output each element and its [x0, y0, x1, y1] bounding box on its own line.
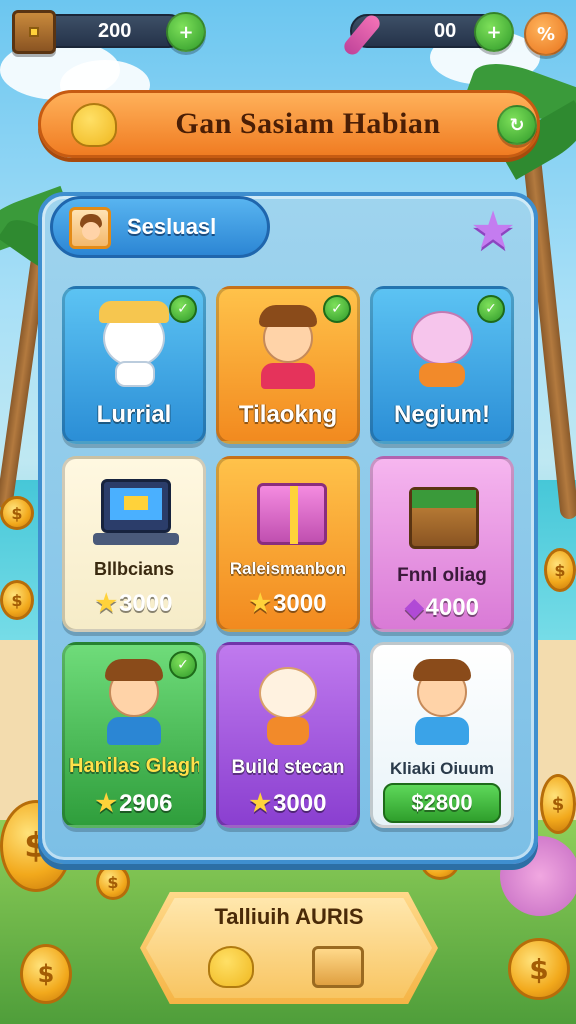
boy-character-icon — [243, 301, 333, 391]
currency-value: 200 — [98, 19, 132, 42]
coin-decoration: $ — [0, 496, 34, 530]
settings-button[interactable]: % — [524, 12, 568, 56]
card-label: Negium! — [394, 401, 490, 428]
coin-decoration: $ — [96, 864, 130, 900]
percent-icon: % — [536, 23, 556, 45]
card-item[interactable]: Fnnl oliag ◆4000 — [370, 456, 514, 632]
laptop-icon — [101, 479, 171, 533]
card-label: Raleismanbon — [229, 559, 347, 578]
gem-icon: ◆ — [405, 594, 424, 621]
gift-box-icon — [257, 483, 327, 545]
card-label: Lurrial — [96, 401, 172, 428]
card-price: ◆4000 — [405, 594, 479, 621]
star-icon: ★ — [469, 201, 517, 261]
bottom-action-title: Talliuih AURIS — [214, 904, 364, 929]
card-label: Bllbcians — [93, 559, 175, 579]
card-label: Hanilas Glagh — [69, 755, 199, 777]
card-label: Tilaokng — [238, 401, 338, 428]
star-icon: ★ — [249, 790, 272, 817]
coin-decoration: $ — [0, 580, 34, 620]
pink-pet-character-icon — [397, 301, 487, 391]
add-currency-button[interactable]: + — [166, 12, 206, 52]
card-item[interactable]: Raleismanbon ★3000 — [216, 456, 360, 632]
card-label: Build stecan — [231, 757, 345, 778]
coin-decoration: $ — [540, 774, 576, 834]
treasure-box-icon — [409, 487, 479, 549]
coin-decoration: $ — [20, 944, 72, 1004]
gems-value: 00 — [434, 19, 457, 42]
fox-character-icon — [243, 657, 333, 747]
title-banner: Gan Sasiam Habian ↻ — [38, 90, 540, 158]
tab-title: Sesluasl — [127, 214, 217, 239]
star-icon: ★ — [95, 790, 118, 817]
bell-character-icon — [208, 946, 254, 988]
card-price: ★3000 — [249, 590, 327, 617]
card-item[interactable]: ✓ Lurrial — [62, 286, 206, 444]
currency-counter: 200 — [36, 14, 186, 48]
card-item[interactable]: ✓ Hanilas Glagh ★2906 — [62, 642, 206, 828]
card-label: Fnnl oliag — [397, 565, 487, 586]
card-price: ★3000 — [249, 790, 327, 817]
card-item[interactable]: ✓ Tilaokng — [216, 286, 360, 444]
coin-decoration: $ — [544, 548, 576, 592]
box-icon — [312, 946, 364, 988]
happy-boy-character-icon — [397, 657, 487, 747]
card-item[interactable]: Kliaki Oiuum $2800 — [370, 642, 514, 828]
buy-button[interactable]: $2800 — [383, 783, 501, 823]
star-icon: ★ — [95, 590, 118, 617]
cat-character-icon — [89, 301, 179, 391]
refresh-icon: ↻ — [509, 114, 525, 136]
star-icon: ★ — [249, 590, 272, 617]
favorite-star-button[interactable]: ★ — [466, 204, 520, 258]
chest-icon — [12, 10, 56, 54]
card-label: Kliaki Oiuum — [390, 759, 494, 778]
tab-header[interactable]: Sesluasl — [50, 196, 270, 258]
card-item[interactable]: ✓ Negium! — [370, 286, 514, 444]
card-price: ★2906 — [95, 790, 173, 817]
card-price: ★3000 — [95, 590, 173, 617]
avatar-icon — [69, 207, 111, 249]
boy-phone-character-icon — [89, 657, 179, 747]
card-item[interactable]: Bllbcians ★3000 — [62, 456, 206, 632]
coin-decoration: $ — [508, 938, 570, 1000]
banner-title: Gan Sasiam Habian — [175, 107, 441, 140]
bell-character-icon — [71, 103, 117, 147]
card-item[interactable]: Build stecan ★3000 — [216, 642, 360, 828]
add-gems-button[interactable]: + — [474, 12, 514, 52]
refresh-button[interactable]: ↻ — [497, 105, 537, 145]
